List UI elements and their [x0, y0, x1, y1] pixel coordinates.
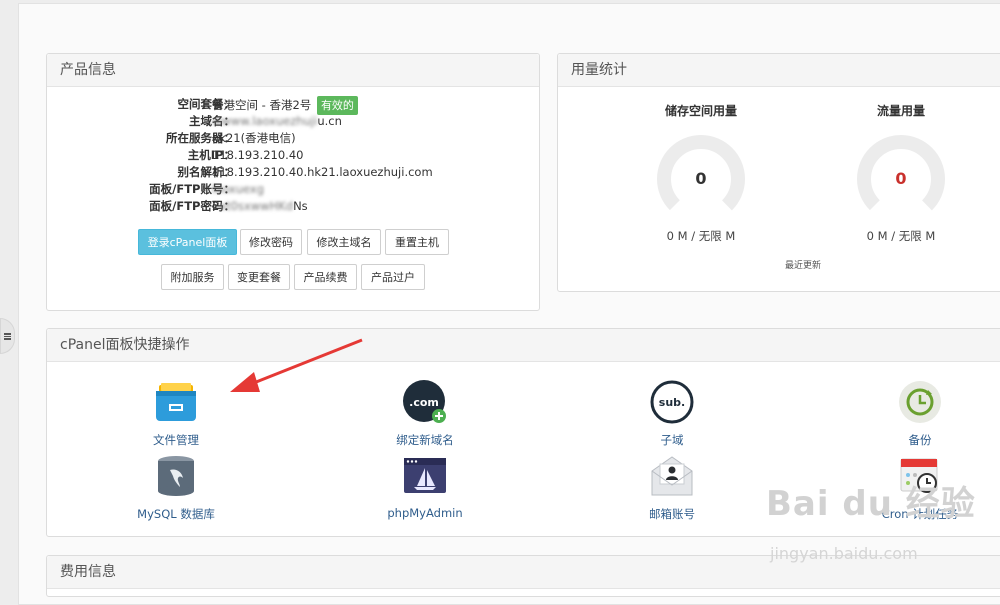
storage-caption: 0 M / 无限 M	[666, 229, 736, 243]
product-info-panel: 产品信息 空间套餐： 香港空间 - 香港2号 有效的 主域名： wwww.lao…	[46, 53, 540, 311]
change-plan-button[interactable]: 变更套餐	[228, 264, 290, 290]
recent-update-link[interactable]: 最近更新	[785, 258, 821, 271]
traffic-caption: 0 M / 无限 M	[866, 229, 936, 243]
panel-title: 用量统计	[558, 54, 1000, 87]
com-domain-icon: .com	[403, 380, 446, 423]
reset-host-button[interactable]: 重置主机	[385, 229, 449, 255]
menu-icon	[4, 332, 11, 340]
storage-title: 储存空间用量	[664, 104, 737, 118]
sidebar-toggle[interactable]	[0, 318, 15, 354]
info-row-ftp-password: 面板/FTP密码： 2xt0sxwwHKdNs	[47, 198, 539, 215]
svg-text:.com: .com	[409, 396, 439, 409]
renew-button[interactable]: 产品续费	[294, 264, 357, 290]
tool-addon-domain[interactable]: .com 绑定新域名	[355, 379, 495, 448]
tool-label: phpMyAdmin	[387, 506, 463, 520]
traffic-value: 0	[895, 169, 907, 188]
backup-icon	[899, 381, 941, 423]
watermark-brand: Bai du 经验	[766, 484, 976, 524]
addon-services-button[interactable]: 附加服务	[161, 264, 224, 290]
info-row-ip: 主机IP： 118.193.210.40	[47, 147, 539, 164]
info-value-wrap: laoxuexg	[212, 181, 264, 198]
login-cpanel-button[interactable]: 登录cPanel面板	[138, 229, 237, 255]
tool-label: 子域	[660, 433, 684, 447]
info-row-plan: 空间套餐： 香港空间 - 香港2号 有效的	[47, 96, 539, 115]
tool-mysql[interactable]: MySQL 数据库	[106, 453, 246, 522]
info-value: hk21(香港电信)	[212, 131, 296, 145]
info-value: u.cn	[317, 114, 342, 128]
tool-file-manager[interactable]: 文件管理	[106, 379, 246, 448]
svg-text:sub.: sub.	[659, 396, 685, 409]
tool-label: 邮箱账号	[649, 507, 695, 521]
info-value: 香港空间 - 香港2号	[212, 98, 312, 112]
info-row-server: 所在服务器： hk21(香港电信)	[47, 130, 539, 147]
masked-value: wwww.laoxuezhuji	[212, 114, 318, 128]
info-row-domain: 主域名： wwww.laoxuezhujiu.cn	[47, 113, 539, 130]
tool-label: MySQL 数据库	[137, 507, 215, 521]
mysql-icon	[158, 456, 194, 496]
tool-label: 文件管理	[153, 433, 199, 447]
subdomain-icon: sub.	[650, 380, 694, 424]
info-value: 118.193.210.40	[212, 148, 304, 162]
email-account-icon	[651, 456, 693, 496]
info-value-wrap: wwww.laoxuezhujiu.cn	[212, 113, 342, 130]
usage-stats-panel: 用量统计 储存空间用量 0 0 M / 无限 M 流量用量 0 0 M / 无限…	[557, 53, 1000, 292]
change-password-button[interactable]: 修改密码	[240, 229, 302, 255]
traffic-title: 流量用量	[876, 104, 925, 118]
info-value-suffix: Ns	[293, 199, 308, 213]
panel-title: cPanel面板快捷操作	[47, 329, 1000, 362]
tool-email-accounts[interactable]: 邮箱账号	[602, 453, 742, 522]
tool-subdomain[interactable]: sub. 子域	[602, 379, 742, 448]
tool-label: 备份	[908, 433, 932, 447]
watermark-url: jingyan.baidu.com	[770, 544, 918, 563]
info-value-wrap: 2xt0sxwwHKdNs	[212, 198, 308, 215]
phpmyadmin-icon	[404, 458, 446, 493]
masked-value: xt0sxwwHKd	[219, 199, 294, 213]
transfer-product-button[interactable]: 产品过户	[361, 264, 425, 290]
file-manager-icon	[156, 383, 196, 421]
info-row-alias: 别名解析： 118.193.210.40.hk21.laoxuezhuji.co…	[47, 164, 539, 181]
storage-value: 0	[695, 169, 707, 188]
tool-phpmyadmin[interactable]: phpMyAdmin	[355, 453, 495, 520]
masked-value: laoxuexg	[212, 182, 264, 196]
info-value: 118.193.210.40.hk21.laoxuezhuji.com	[212, 165, 433, 179]
tool-backup[interactable]: 备份	[850, 379, 990, 448]
panel-title: 产品信息	[47, 54, 539, 87]
tool-label: 绑定新域名	[396, 433, 454, 447]
info-row-ftp-account: 面板/FTP账号： laoxuexg	[47, 181, 539, 198]
change-domain-button[interactable]: 修改主域名	[307, 229, 381, 255]
